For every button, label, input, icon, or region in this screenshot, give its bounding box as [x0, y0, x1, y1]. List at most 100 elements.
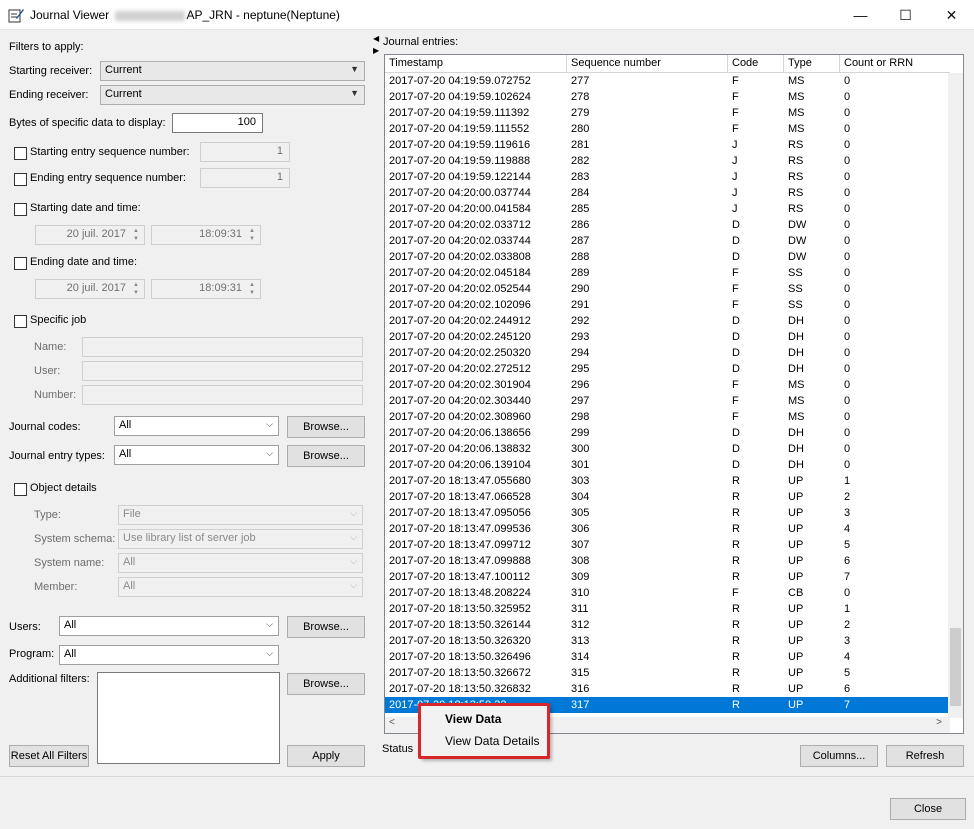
start-time-spinner[interactable]: 18:09:31 ▲ ▼: [151, 225, 261, 245]
end-seq-checkbox[interactable]: [14, 173, 27, 186]
obj-type-select[interactable]: File ⌵: [118, 505, 363, 525]
table-row[interactable]: 2017-07-20 04:20:00.041584 285 J RS 0: [385, 201, 950, 217]
additional-filters-textarea[interactable]: [97, 672, 280, 764]
cell-count-rrn: 0: [844, 107, 851, 119]
close-window-button[interactable]: ✕: [929, 0, 974, 30]
table-row[interactable]: 2017-07-20 04:20:06.138832 300 D DH 0: [385, 441, 950, 457]
journal-codes-browse-button[interactable]: Browse...: [287, 416, 365, 438]
users-browse-button[interactable]: Browse...: [287, 616, 365, 638]
cell-count-rrn: 2: [844, 619, 851, 631]
specific-job-checkbox[interactable]: [14, 315, 27, 328]
bytes-input[interactable]: 100: [172, 113, 263, 133]
end-seq-input[interactable]: 1: [200, 168, 290, 188]
table-row[interactable]: 2017-07-20 04:19:59.111552 280 F MS 0: [385, 121, 950, 137]
table-row[interactable]: 2017-07-20 18:13:50.326496 314 R UP 4: [385, 649, 950, 665]
table-row[interactable]: 2017-07-20 18:13:50.326672 315 R UP 5: [385, 665, 950, 681]
table-row[interactable]: 2017-07-20 18:13:50.326144 312 R UP 2: [385, 617, 950, 633]
table-row[interactable]: 2017-07-20 04:20:02.045184 289 F SS 0: [385, 265, 950, 281]
table-row[interactable]: 2017-07-20 04:20:02.301904 296 F MS 0: [385, 377, 950, 393]
table-row[interactable]: 2017-07-20 04:20:02.244912 292 D DH 0: [385, 313, 950, 329]
table-row[interactable]: 2017-07-20 18:13:48.208224 310 F CB 0: [385, 585, 950, 601]
job-number-label: Number:: [34, 389, 77, 401]
users-select[interactable]: All ⌵: [59, 616, 279, 636]
table-row[interactable]: 2017-07-20 18:13:47.099712 307 R UP 5: [385, 537, 950, 553]
table-row[interactable]: 2017-07-20 04:20:02.250320 294 D DH 0: [385, 345, 950, 361]
journal-entries-table[interactable]: Timestamp Sequence number Code Type Coun…: [384, 54, 964, 734]
end-time-spinner[interactable]: 18:09:31 ▲ ▼: [151, 279, 261, 299]
table-row[interactable]: 2017-07-20 04:19:59.072752 277 F MS 0: [385, 73, 950, 89]
table-row[interactable]: 2017-07-20 04:19:59.122144 283 J RS 0: [385, 169, 950, 185]
close-button[interactable]: Close: [890, 798, 966, 820]
table-row[interactable]: 2017-07-20 04:19:59.119888 282 J RS 0: [385, 153, 950, 169]
table-row[interactable]: 2017-07-20 04:20:06.138656 299 D DH 0: [385, 425, 950, 441]
table-row[interactable]: 2017-07-20 04:20:02.033712 286 D DW 0: [385, 217, 950, 233]
table-row[interactable]: 2017-07-20 04:20:06.139104 301 D DH 0: [385, 457, 950, 473]
table-row[interactable]: 2017-07-20 04:19:59.111392 279 F MS 0: [385, 105, 950, 121]
obj-sysname-select[interactable]: All ⌵: [118, 553, 363, 573]
table-row[interactable]: 2017-07-20 04:20:02.272512 295 D DH 0: [385, 361, 950, 377]
object-details-checkbox[interactable]: [14, 483, 27, 496]
entry-types-select[interactable]: All ⌵: [114, 445, 279, 465]
cell-type: RS: [788, 139, 804, 151]
columns-button[interactable]: Columns...: [800, 745, 878, 767]
entry-types-browse-button[interactable]: Browse...: [287, 445, 365, 467]
vertical-scrollbar[interactable]: [948, 73, 963, 718]
table-row[interactable]: 2017-07-20 04:20:02.308960 298 F MS 0: [385, 409, 950, 425]
table-row[interactable]: 2017-07-20 18:13:47.099888 308 R UP 6: [385, 553, 950, 569]
program-label: Program:: [9, 648, 55, 660]
table-row[interactable]: 2017-07-20 18:13:47.095056 305 R UP 3: [385, 505, 950, 521]
job-user-input[interactable]: [82, 361, 363, 381]
ending-receiver-select[interactable]: Current ▼: [100, 85, 365, 105]
journal-codes-select[interactable]: All ⌵: [114, 416, 279, 436]
cell-type: UP: [788, 507, 804, 519]
column-header-timestamp[interactable]: Timestamp: [385, 55, 567, 73]
table-row[interactable]: 2017-07-20 18:13:50.326832 316 R UP 6: [385, 681, 950, 697]
start-datetime-checkbox[interactable]: [14, 203, 27, 216]
table-row[interactable]: 2017-07-20 18:13:50.326320 313 R UP 3: [385, 633, 950, 649]
scroll-thumb[interactable]: [950, 628, 961, 706]
collapse-left-icon[interactable]: ◀: [373, 34, 379, 43]
scroll-left-icon[interactable]: <: [389, 717, 395, 728]
start-date-spinner[interactable]: 20 juil. 2017 ▲ ▼: [35, 225, 145, 245]
job-number-input[interactable]: [82, 385, 363, 405]
apply-button[interactable]: Apply: [287, 745, 365, 767]
scroll-right-icon[interactable]: >: [936, 717, 942, 728]
column-header-sequence[interactable]: Sequence number: [567, 55, 728, 73]
table-row[interactable]: 2017-07-20 04:20:02.033744 287 D DW 0: [385, 233, 950, 249]
journal-codes-label: Journal codes:: [9, 421, 81, 433]
refresh-button[interactable]: Refresh: [886, 745, 964, 767]
table-row[interactable]: 2017-07-20 04:19:59.119616 281 J RS 0: [385, 137, 950, 153]
table-row[interactable]: 2017-07-20 18:13:47.100112 309 R UP 7: [385, 569, 950, 585]
program-select[interactable]: All ⌵: [59, 645, 279, 665]
minimize-button[interactable]: —: [838, 0, 883, 30]
table-row[interactable]: 2017-07-20 04:20:02.052544 290 F SS 0: [385, 281, 950, 297]
table-row[interactable]: 2017-07-20 18:13:47.055680 303 R UP 1: [385, 473, 950, 489]
table-row[interactable]: 2017-07-20 18:13:50.325952 311 R UP 1: [385, 601, 950, 617]
table-row[interactable]: 2017-07-20 04:20:00.037744 284 J RS 0: [385, 185, 950, 201]
column-header-count-rrn[interactable]: Count or RRN: [840, 55, 950, 73]
start-seq-checkbox[interactable]: [14, 147, 27, 160]
table-row[interactable]: 2017-07-20 04:20:02.033808 288 D DW 0: [385, 249, 950, 265]
end-date-spinner[interactable]: 20 juil. 2017 ▲ ▼: [35, 279, 145, 299]
table-row[interactable]: 2017-07-20 18:13:47.099536 306 R UP 4: [385, 521, 950, 537]
splitter[interactable]: ◀ ▶: [372, 32, 380, 772]
table-row[interactable]: 2017-07-20 04:20:02.245120 293 D DH 0: [385, 329, 950, 345]
additional-filters-browse-button[interactable]: Browse...: [287, 673, 365, 695]
table-row[interactable]: 2017-07-20 04:19:59.102624 278 F MS 0: [385, 89, 950, 105]
expand-right-icon[interactable]: ▶: [373, 46, 379, 55]
cell-sequence: 289: [571, 267, 590, 279]
column-header-code[interactable]: Code: [728, 55, 784, 73]
table-row[interactable]: 2017-07-20 18:13:47.066528 304 R UP 2: [385, 489, 950, 505]
job-name-input[interactable]: [82, 337, 363, 357]
maximize-button[interactable]: ☐: [883, 0, 928, 30]
table-row[interactable]: 2017-07-20 04:20:02.303440 297 F MS 0: [385, 393, 950, 409]
reset-filters-button[interactable]: Reset All Filters: [9, 745, 89, 767]
start-seq-input[interactable]: 1: [200, 142, 290, 162]
cell-count-rrn: 0: [844, 75, 851, 87]
end-datetime-checkbox[interactable]: [14, 257, 27, 270]
starting-receiver-select[interactable]: Current ▼: [100, 61, 365, 81]
column-header-type[interactable]: Type: [784, 55, 840, 73]
obj-member-select[interactable]: All ⌵: [118, 577, 363, 597]
table-row[interactable]: 2017-07-20 04:20:02.102096 291 F SS 0: [385, 297, 950, 313]
obj-schema-select[interactable]: Use library list of server job ⌵: [118, 529, 363, 549]
